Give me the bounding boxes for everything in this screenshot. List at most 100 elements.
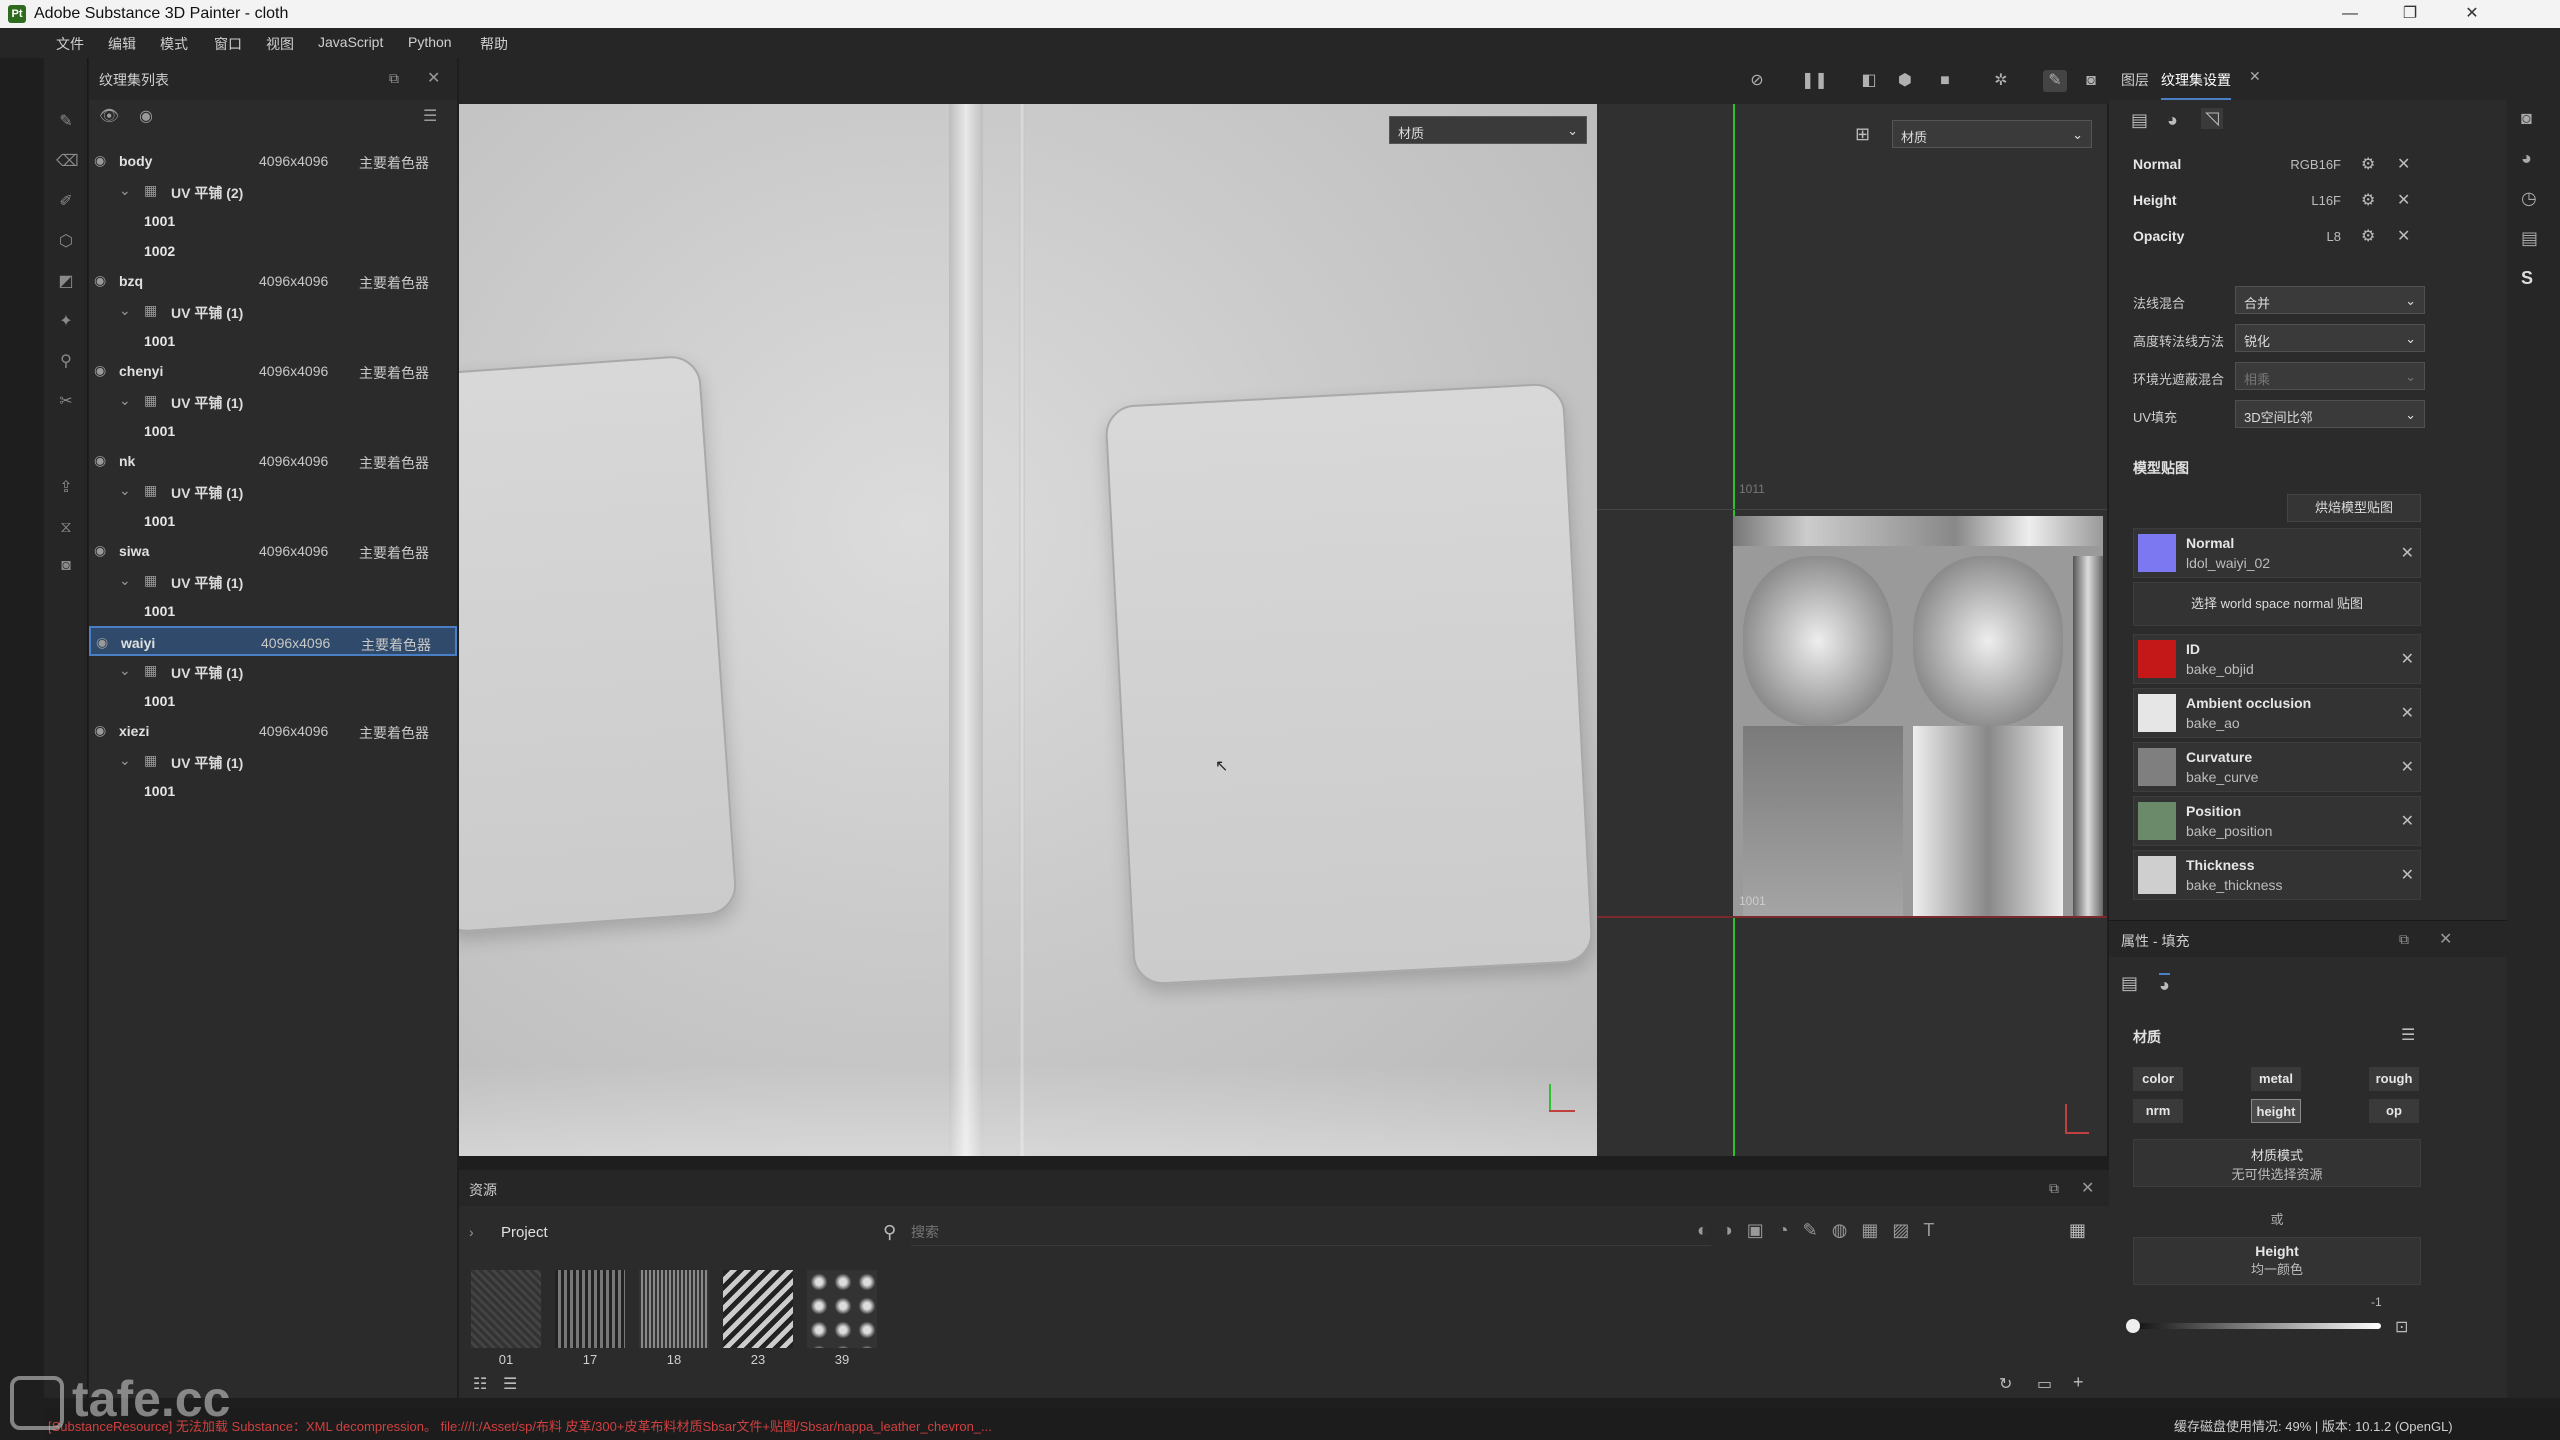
menu-python[interactable]: Python bbox=[408, 34, 452, 50]
material-menu-icon[interactable]: ☰ bbox=[2401, 1025, 2415, 1045]
viewport-3d[interactable]: 材质 ⌄ ↖ bbox=[459, 104, 1597, 1156]
setting-dropdown[interactable]: 锐化 ⌄ bbox=[2235, 324, 2425, 352]
camera-icon[interactable]: ■ bbox=[1933, 70, 1957, 92]
visibility-eye-icon[interactable]: ◉ bbox=[94, 542, 106, 559]
texture-set-row[interactable]: ◉ chenyi 4096x4096 主要着色器 bbox=[89, 356, 457, 386]
list-view-icon[interactable]: ☷ bbox=[473, 1374, 487, 1394]
uv-tiles-row[interactable]: ⌄ ▦ UV 平铺 (2) bbox=[89, 176, 457, 206]
screenshot-icon[interactable]: ◙ bbox=[56, 556, 76, 576]
asset-thumbnail[interactable] bbox=[639, 1270, 709, 1348]
texture-set-shader[interactable]: 主要着色器 bbox=[359, 543, 429, 563]
float-properties-icon[interactable]: ⧉ bbox=[2399, 931, 2409, 948]
float-panel-icon[interactable]: ⧉ bbox=[389, 70, 399, 87]
menu-edit[interactable]: 编辑 bbox=[108, 34, 136, 54]
visibility-eye-icon[interactable]: ◉ bbox=[96, 634, 108, 651]
uv-tile-row[interactable]: 1001 bbox=[89, 596, 457, 626]
mesh-map-card[interactable]: Ambient occlusion bake_ao ✕ bbox=[2133, 688, 2421, 738]
menu-file[interactable]: 文件 bbox=[56, 34, 84, 54]
substance-icon[interactable]: S bbox=[2521, 268, 2533, 289]
menu-javascript[interactable]: JavaScript bbox=[318, 34, 383, 50]
setting-dropdown[interactable]: 合并 ⌄ bbox=[2235, 286, 2425, 314]
gear-icon[interactable]: ⚙ bbox=[2361, 226, 2375, 246]
height-slider[interactable] bbox=[2126, 1319, 2381, 1333]
split-view-icon[interactable]: ◧ bbox=[1857, 70, 1881, 92]
mesh-map-card[interactable]: Position bake_position ✕ bbox=[2133, 796, 2421, 846]
uv-tile-row[interactable]: 1001 bbox=[89, 776, 457, 806]
asset-thumbnail[interactable] bbox=[723, 1270, 793, 1348]
channel-format[interactable]: L8 bbox=[2261, 229, 2341, 244]
remove-map-icon[interactable]: ✕ bbox=[2401, 649, 2414, 669]
viewport-2d[interactable]: ⊞ 材质 ⌄ 1011 1001 bbox=[1597, 104, 2107, 1156]
display-settings-icon[interactable]: ◙ bbox=[2521, 108, 2532, 129]
chevron-right-icon[interactable]: › bbox=[469, 1224, 474, 1240]
menu-view[interactable]: 视图 bbox=[266, 34, 294, 54]
chevron-down-icon[interactable]: ⌄ bbox=[119, 482, 131, 499]
texture-set-shader[interactable]: 主要着色器 bbox=[359, 153, 429, 173]
channel-rough-button[interactable]: rough bbox=[2369, 1067, 2419, 1091]
mesh-icon[interactable]: ◹ bbox=[2201, 108, 2223, 129]
eye-icon[interactable]: ◉ bbox=[139, 106, 153, 126]
channel-nrm-button[interactable]: nrm bbox=[2133, 1099, 2183, 1123]
remove-map-icon[interactable]: ✕ bbox=[2401, 865, 2414, 885]
smudge-icon[interactable]: ◩ bbox=[56, 272, 76, 292]
channel-color-button[interactable]: color bbox=[2133, 1067, 2183, 1091]
chevron-down-icon[interactable]: ⌄ bbox=[119, 662, 131, 679]
clone-icon[interactable]: ✦ bbox=[56, 312, 76, 332]
texture-set-shader[interactable]: 主要着色器 bbox=[359, 723, 429, 743]
visibility-eye-icon[interactable]: ◉ bbox=[94, 152, 106, 169]
select-world-normal-button[interactable]: 选择 world space normal 贴图 bbox=[2133, 582, 2421, 626]
chevron-down-icon[interactable]: ⌄ bbox=[119, 302, 131, 319]
uv-tile-row[interactable]: 1001 bbox=[89, 206, 457, 236]
material-mode-box[interactable]: 材质模式 无可供选择资源 bbox=[2133, 1139, 2421, 1187]
breadcrumb[interactable]: Project bbox=[501, 1224, 548, 1241]
close-window-button[interactable]: ✕ bbox=[2452, 2, 2492, 26]
bake-mesh-maps-button[interactable]: 烘焙模型贴图 bbox=[2287, 494, 2421, 522]
reset-value-icon[interactable]: ⊡ bbox=[2395, 1317, 2408, 1337]
uv-tile-row[interactable]: 1001 bbox=[89, 416, 457, 446]
texture-set-shader[interactable]: 主要着色器 bbox=[359, 453, 429, 473]
list-menu-icon[interactable]: ☰ bbox=[423, 106, 437, 126]
close-properties-icon[interactable]: ✕ bbox=[2439, 929, 2452, 949]
texture-set-row[interactable]: ◉ nk 4096x4096 主要着色器 bbox=[89, 446, 457, 476]
texture-set-row[interactable]: ◉ waiyi 4096x4096 主要着色器 bbox=[89, 626, 457, 656]
uv-tiles-row[interactable]: ⌄ ▦ UV 平铺 (1) bbox=[89, 566, 457, 596]
channel-metal-button[interactable]: metal bbox=[2251, 1067, 2301, 1091]
add-icon[interactable]: + bbox=[2073, 1372, 2084, 1393]
remove-map-icon[interactable]: ✕ bbox=[2401, 811, 2414, 831]
fill-settings-icon[interactable]: ▤ bbox=[2121, 973, 2138, 994]
layout-icon[interactable]: ⊞ bbox=[1855, 124, 1870, 145]
uv-tiles-row[interactable]: ⌄ ▦ UV 平铺 (1) bbox=[89, 656, 457, 686]
visibility-all-icon[interactable]: 👁 bbox=[99, 106, 119, 126]
mesh-map-card[interactable]: Thickness bake_thickness ✕ bbox=[2133, 850, 2421, 900]
projection-icon[interactable]: ✐ bbox=[56, 192, 76, 212]
viewport-3d-mode-select[interactable]: 材质 ⌄ bbox=[1389, 116, 1587, 144]
environment-icon[interactable]: ✲ bbox=[1989, 70, 2013, 92]
new-folder-icon[interactable]: ▭ bbox=[2037, 1374, 2052, 1394]
setting-dropdown[interactable]: 3D空间比邻 ⌄ bbox=[2235, 400, 2425, 428]
bake-icon[interactable]: ⇪ bbox=[56, 478, 76, 498]
remove-channel-icon[interactable]: ✕ bbox=[2397, 226, 2410, 246]
settings-icon[interactable]: ▤ bbox=[2131, 110, 2148, 131]
remove-channel-icon[interactable]: ✕ bbox=[2397, 190, 2410, 210]
texture-set-shader[interactable]: 主要着色器 bbox=[361, 635, 431, 655]
close-panel-icon[interactable]: ✕ bbox=[427, 68, 440, 88]
log-icon[interactable]: ▤ bbox=[2521, 228, 2538, 249]
visibility-eye-icon[interactable]: ◉ bbox=[94, 272, 106, 289]
pause-icon[interactable]: ❚❚ bbox=[1801, 70, 1828, 92]
uv-tile-row[interactable]: 1001 bbox=[89, 326, 457, 356]
texture-set-shader[interactable]: 主要着色器 bbox=[359, 273, 429, 293]
mesh-map-card[interactable]: ID bake_objid ✕ bbox=[2133, 634, 2421, 684]
viewport-2d-mode-select[interactable]: 材质 ⌄ bbox=[1892, 120, 2092, 148]
menu-window[interactable]: 窗口 bbox=[214, 34, 242, 54]
remove-map-icon[interactable]: ✕ bbox=[2401, 543, 2414, 563]
fill-material-icon[interactable]: ◕ bbox=[2159, 973, 2170, 996]
height-source-box[interactable]: Height 均一颜色 bbox=[2133, 1237, 2421, 1285]
refresh-icon[interactable]: ↻ bbox=[1999, 1374, 2012, 1394]
uv-tiles-row[interactable]: ⌄ ▦ UV 平铺 (1) bbox=[89, 386, 457, 416]
uv-tile-row[interactable]: 1002 bbox=[89, 236, 457, 266]
uv-tile-row[interactable]: 1001 bbox=[89, 506, 457, 536]
minimize-button[interactable]: — bbox=[2330, 2, 2370, 26]
chevron-down-icon[interactable]: ⌄ bbox=[119, 182, 131, 199]
sort-icon[interactable]: ☰ bbox=[503, 1374, 517, 1394]
tab-texture-set-settings[interactable]: 纹理集设置 bbox=[2161, 70, 2231, 100]
